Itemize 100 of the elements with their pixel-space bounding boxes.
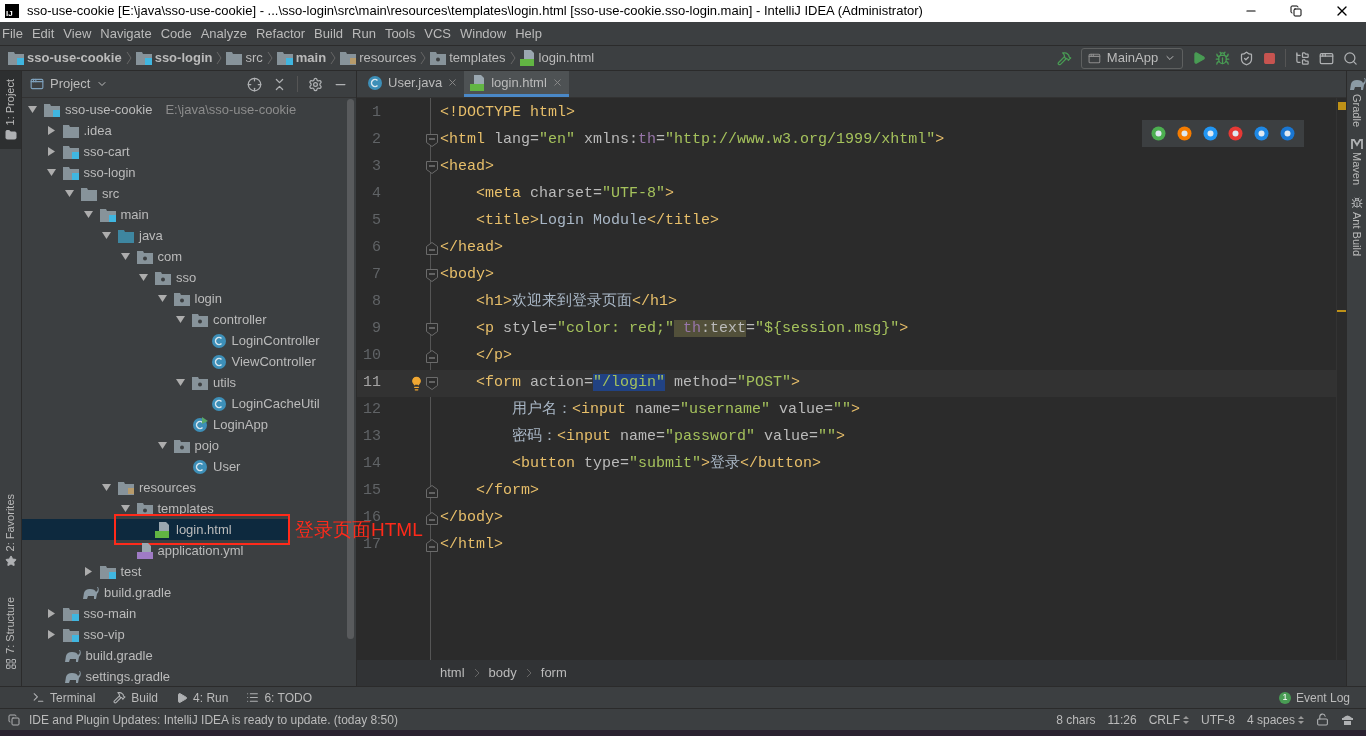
breadcrumb-item[interactable]: form	[540, 663, 567, 683]
fold-marker-icon[interactable]	[426, 269, 438, 282]
tree-item[interactable]: .idea	[22, 120, 344, 141]
menu-item[interactable]: Tools	[384, 23, 416, 44]
tree-item[interactable]: java	[22, 225, 344, 246]
fold-marker-icon[interactable]	[426, 539, 438, 552]
expand-arrow-icon[interactable]	[83, 567, 93, 576]
tree-item[interactable]: LoginController	[22, 330, 344, 351]
window-icon[interactable]	[1319, 50, 1334, 66]
menu-item[interactable]: Code	[160, 23, 192, 44]
tree-item[interactable]: main	[22, 204, 344, 225]
tree-item[interactable]: com	[22, 246, 344, 267]
status-item[interactable]: 8 chars	[1056, 710, 1096, 729]
tool-window-tab[interactable]: Maven	[1348, 133, 1365, 192]
tree-item[interactable]: controller	[22, 309, 344, 330]
tree-item[interactable]: application.yml	[22, 540, 344, 561]
tree-item[interactable]: build.gradle	[22, 582, 344, 603]
breadcrumb-item[interactable]: html	[440, 663, 465, 683]
status-item[interactable]: 4 spaces	[1246, 710, 1304, 729]
collapse-arrow-icon[interactable]	[120, 252, 130, 261]
fold-marker-icon[interactable]	[426, 134, 438, 147]
editor-tab[interactable]: User.java	[361, 71, 465, 97]
tree-item[interactable]: sso	[22, 267, 344, 288]
collapse-arrow-icon[interactable]	[176, 315, 185, 324]
tool-window-tab[interactable]: Gradle	[1347, 71, 1366, 134]
tree-item[interactable]: sso-vip	[22, 624, 344, 645]
menu-item[interactable]: Build	[314, 23, 343, 44]
browser-icon[interactable]	[1151, 126, 1167, 141]
collapse-arrow-icon[interactable]	[83, 210, 93, 219]
fold-marker-icon[interactable]	[426, 512, 438, 525]
menu-item[interactable]: VCS	[424, 23, 451, 44]
browser-icon[interactable]	[1202, 126, 1218, 141]
browser-icon[interactable]	[1279, 126, 1295, 141]
fold-marker-icon[interactable]	[426, 161, 438, 174]
menu-item[interactable]: Help	[515, 23, 542, 44]
tree-item[interactable]: sso-login	[22, 162, 344, 183]
breadcrumb-item[interactable]: login.html	[519, 48, 595, 68]
restore-icon[interactable]	[1290, 5, 1302, 17]
tree-item[interactable]: resources	[22, 477, 344, 498]
stop-icon[interactable]	[1263, 51, 1276, 65]
breadcrumb-item[interactable]: src	[226, 48, 263, 68]
expand-arrow-icon[interactable]	[46, 147, 56, 156]
menu-item[interactable]: Edit	[31, 23, 55, 44]
panel-toggle-icon[interactable]	[8, 713, 20, 726]
tool-window-tab[interactable]: 7: Structure	[0, 589, 21, 678]
tree-item[interactable]: src	[22, 183, 344, 204]
collapse-arrow-icon[interactable]	[139, 273, 148, 282]
panel-title[interactable]: Project	[50, 74, 91, 94]
tree-item[interactable]: login	[22, 288, 344, 309]
breadcrumb-item[interactable]: resources	[340, 48, 417, 68]
status-item[interactable]: 11:26	[1107, 710, 1137, 729]
tree-item[interactable]: User	[22, 456, 344, 477]
breadcrumb-item[interactable]: templates	[430, 48, 506, 68]
event-log-button[interactable]: 1 Event Log	[1278, 688, 1350, 707]
fold-marker-icon[interactable]	[426, 323, 438, 336]
tool-window-tab[interactable]: Terminal	[32, 688, 96, 707]
tree-item[interactable]: LoginApp	[22, 414, 344, 435]
menu-item[interactable]: Navigate	[100, 23, 152, 44]
settings-icon[interactable]	[308, 76, 323, 92]
tool-window-tab[interactable]: 4: Run	[176, 688, 229, 707]
fold-marker-icon[interactable]	[426, 377, 438, 390]
search-icon[interactable]	[1343, 50, 1358, 66]
tool-window-tab[interactable]: 2: Favorites	[0, 485, 21, 576]
breadcrumb-item[interactable]: main	[276, 48, 327, 68]
fold-marker-icon[interactable]	[426, 350, 438, 363]
collapse-arrow-icon[interactable]	[176, 378, 185, 387]
breadcrumb-item[interactable]: body	[488, 663, 517, 683]
collapse-arrow-icon[interactable]	[102, 231, 111, 240]
menu-item[interactable]: Run	[352, 23, 376, 44]
tree-item[interactable]: build.gradle	[22, 645, 344, 666]
status-item[interactable]: CRLF	[1148, 710, 1189, 729]
browser-icon[interactable]	[1253, 126, 1269, 141]
fold-marker-icon[interactable]	[426, 242, 438, 255]
expand-arrow-icon[interactable]	[46, 126, 56, 135]
menu-item[interactable]: Analyze	[200, 23, 247, 44]
fold-marker-icon[interactable]	[426, 485, 438, 498]
menu-item[interactable]: View	[63, 23, 92, 44]
lock-icon[interactable]	[1316, 713, 1329, 726]
debug-icon[interactable]	[1215, 50, 1230, 66]
tree-item[interactable]: sso-main	[22, 603, 344, 624]
browser-icon[interactable]	[1177, 126, 1192, 141]
tool-window-tab[interactable]: 1: Project	[0, 71, 21, 150]
collapse-arrow-icon[interactable]	[28, 105, 37, 114]
tree-item[interactable]: pojo	[22, 435, 344, 456]
breadcrumb-item[interactable]: sso-use-cookie	[8, 48, 122, 68]
warning-marker[interactable]	[1338, 102, 1346, 110]
menu-item[interactable]: File	[2, 23, 23, 44]
tool-window-tab[interactable]: Ant Build	[1348, 191, 1365, 263]
hammer-icon[interactable]	[1057, 50, 1072, 66]
editor-tab[interactable]: login.html	[464, 71, 569, 97]
tree-item[interactable]: sso-use-cookie E:\java\sso-use-cookie	[22, 99, 344, 120]
menu-item[interactable]: Window	[459, 23, 507, 44]
tree-item[interactable]: templates	[22, 498, 344, 519]
tree-item[interactable]: login.html	[22, 519, 290, 540]
tree-item[interactable]: ViewController	[22, 351, 344, 372]
menu-item[interactable]: Refactor	[255, 23, 306, 44]
inspector-icon[interactable]	[1341, 713, 1354, 726]
tree-item[interactable]: sso-cart	[22, 141, 344, 162]
collapse-arrow-icon[interactable]	[120, 504, 130, 513]
tool-window-tab[interactable]: 6: TODO	[246, 688, 312, 707]
